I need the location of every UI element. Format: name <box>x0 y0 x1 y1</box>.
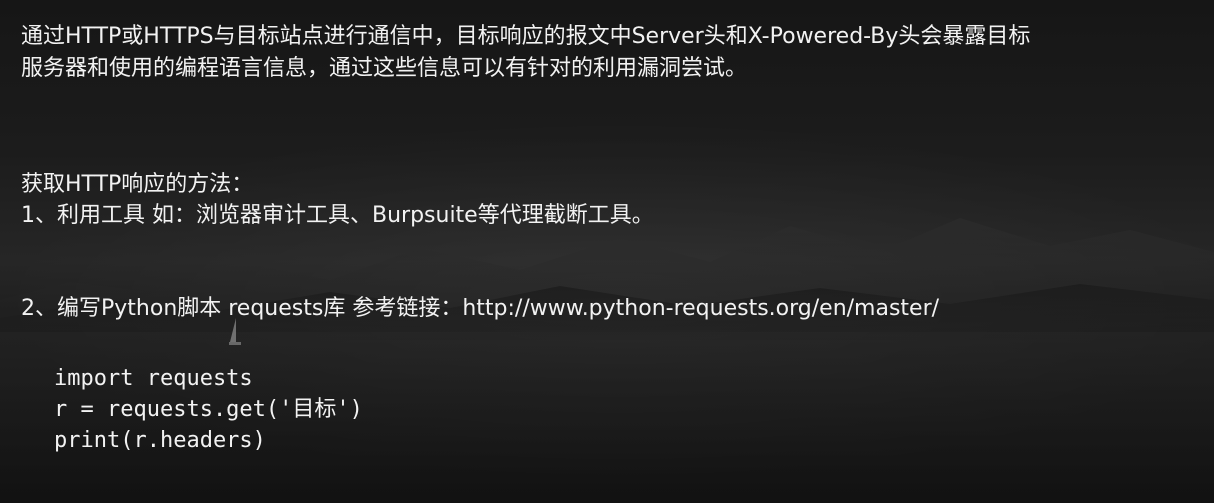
code-line-import: import requests <box>54 366 253 391</box>
methods-heading: 获取HTTP响应的方法： <box>21 172 254 197</box>
intro-line-2: 服务器和使用的编程语言信息，通过这些信息可以有针对的利用漏洞尝试。 <box>21 56 748 81</box>
code-line-print: print(r.headers) <box>54 428 266 453</box>
intro-line-1: 通过HTTP或HTTPS与目标站点进行通信中，目标响应的报文中Server头和X… <box>21 24 1031 49</box>
method-1: 1、利用工具 如：浏览器审计工具、Burpsuite等代理截断工具。 <box>21 203 654 228</box>
code-block: import requests r = requests.get('目标') p… <box>54 363 363 456</box>
method-2: 2、编写Python脚本 requests库 参考链接：http://www.p… <box>21 296 940 321</box>
slide: 通过HTTP或HTTPS与目标站点进行通信中，目标响应的报文中Server头和X… <box>0 0 1214 503</box>
code-line-request: r = requests.get('目标') <box>54 397 363 422</box>
